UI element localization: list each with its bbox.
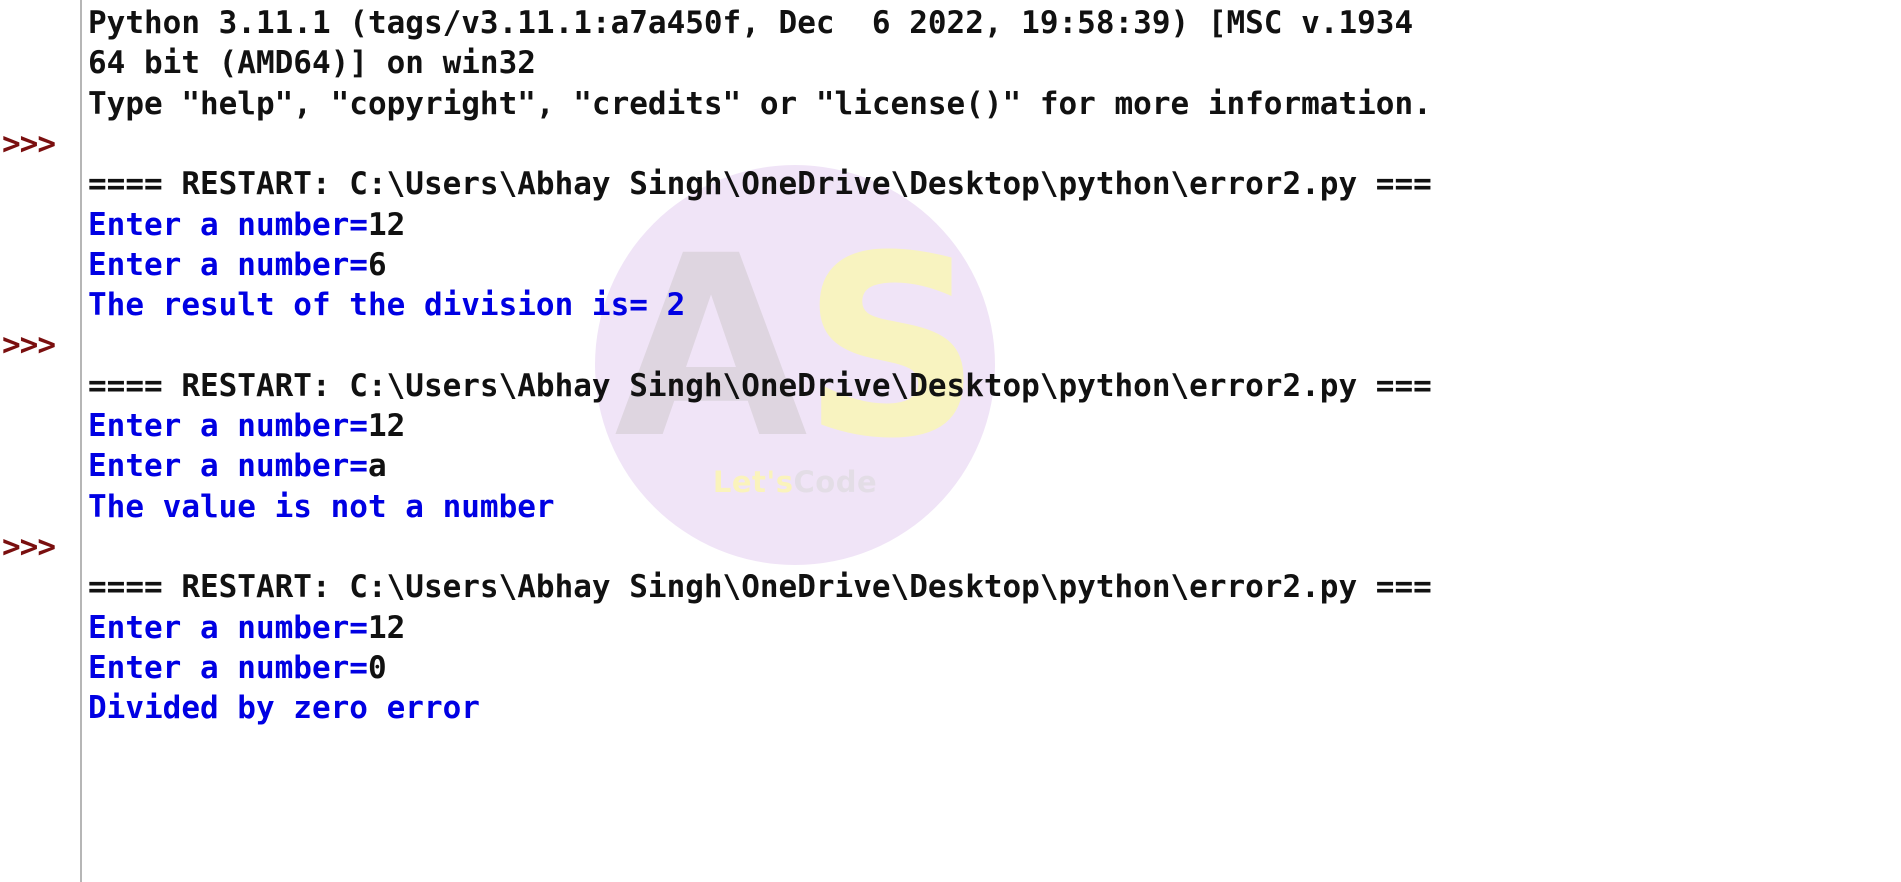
plain-text: 12 [367,609,406,646]
output-text: Divided by zero error [88,690,480,727]
output-text: Enter a number= [88,649,368,686]
shell-blank-line [88,124,107,164]
shell-blank-line [88,527,107,567]
plain-text [88,126,107,162]
shell-line: ==== RESTART: C:\Users\Abhay Singh\OneDr… [88,164,1432,204]
shell-line: Enter a number=12 [88,406,405,446]
shell-line: Enter a number=12 [88,608,405,648]
prompt-gutter [0,0,82,882]
output-text: The value is not a number [88,488,555,525]
plain-text: 12 [367,206,406,243]
shell-line: ==== RESTART: C:\Users\Abhay Singh\OneDr… [88,567,1432,607]
plain-text: 6 [367,246,387,283]
plain-text: a [367,448,387,485]
watermark-tagline-code: Code [793,465,878,499]
plain-text: ==== RESTART: C:\Users\Abhay Singh\OneDr… [88,367,1432,404]
shell-line: Divided by zero error [88,688,480,728]
output-text: Enter a number= [88,206,368,243]
shell-line: Enter a number=12 [88,205,405,245]
shell-line: Enter a number=a [88,446,387,486]
plain-text: 12 [367,408,406,444]
watermark-tagline-lets: Let's [712,465,794,499]
plain-text: Python 3.11.1 (tags/v3.11.1:a7a450f, Dec… [88,5,1414,41]
plain-text [88,529,107,565]
shell-line: The result of the division is= 2 [88,285,685,325]
output-text: The result of the division is= 2 [88,287,686,324]
watermark-letter-s: S [801,202,982,493]
plain-text: 64 bit (AMD64)] on win32 [88,45,536,82]
output-text: Enter a number= [88,408,368,444]
watermark-initials: AS [595,223,995,473]
shell-line: Enter a number=6 [88,245,387,285]
shell-line: ==== RESTART: C:\Users\Abhay Singh\OneDr… [88,366,1432,406]
shell-line: Enter a number=0 [88,648,387,688]
output-text: Enter a number= [88,246,368,283]
plain-text: Type "help", "copyright", "credits" or "… [88,85,1432,122]
plain-text [88,327,107,363]
shell-line: The value is not a number [88,487,555,527]
output-text: Enter a number= [88,609,368,646]
shell-line: 64 bit (AMD64)] on win32 [88,43,536,83]
shell-line: Python 3.11.1 (tags/v3.11.1:a7a450f, Dec… [88,3,1413,43]
output-text: Enter a number= [88,448,368,485]
shell-blank-line [88,325,107,365]
plain-text: ==== RESTART: C:\Users\Abhay Singh\OneDr… [88,166,1432,203]
shell-line: Type "help", "copyright", "credits" or "… [88,84,1432,124]
watermark-tagline: Let'sCode [595,465,995,499]
idle-shell-window: AS Let'sCode >>> >>> >>> Python 3.11.1 (ta… [0,0,1901,882]
plain-text: ==== RESTART: C:\Users\Abhay Singh\OneDr… [88,569,1432,606]
plain-text: 0 [367,649,387,686]
watermark-letter-a: A [614,202,807,493]
